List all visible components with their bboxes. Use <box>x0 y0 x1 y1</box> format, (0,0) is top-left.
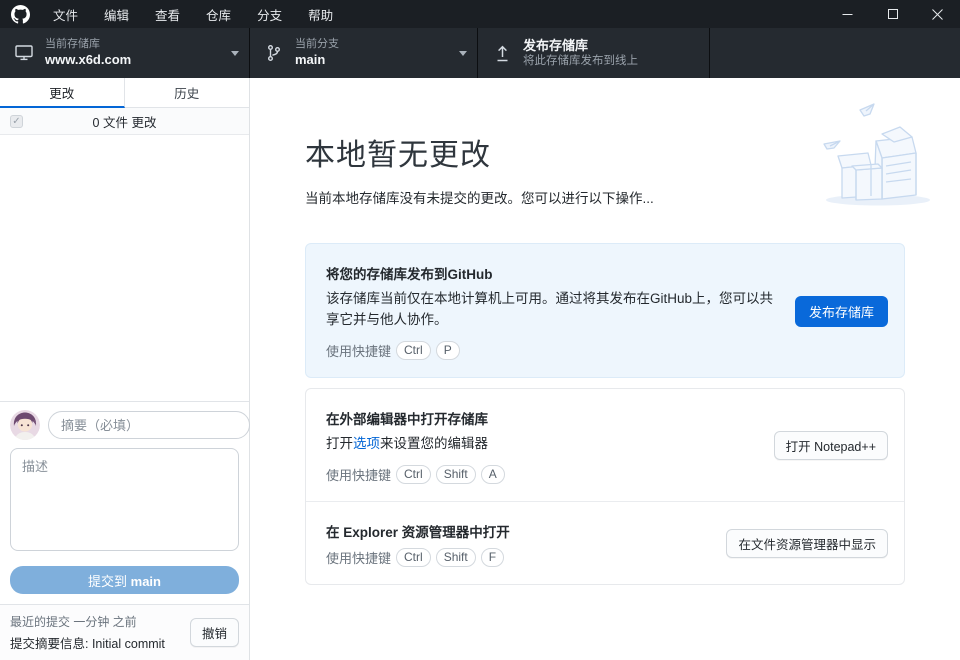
git-branch-icon <box>264 44 284 62</box>
publish-repository-button[interactable]: 发布存储库 <box>795 296 888 327</box>
changed-files-list <box>0 135 249 401</box>
key-shift: Shift <box>436 465 476 484</box>
maximize-button[interactable] <box>870 0 915 28</box>
shortcut-label: 使用快捷键 <box>326 341 391 360</box>
publish-shortcut-row: 使用快捷键 Ctrl P <box>326 341 781 360</box>
publish-repository-title: 发布存储库 <box>523 38 638 54</box>
open-notepad-button[interactable]: 打开 Notepad++ <box>774 431 888 460</box>
commit-form: 提交到 main <box>0 401 249 604</box>
github-logo-icon <box>0 5 40 24</box>
publish-card-body: 该存储库当前仅在本地计算机上可用。通过将其发布在GitHub上，您可以共享它并与… <box>326 289 781 331</box>
key-ctrl: Ctrl <box>396 465 431 484</box>
menu-bar: 文件 编辑 查看 仓库 分支 帮助 <box>40 0 346 28</box>
app-body: 更改 历史 ✓ 0 文件 更改 提交到 main 最近的提交 一分钟 之前 提交… <box>0 78 960 660</box>
tab-history[interactable]: 历史 <box>125 78 250 108</box>
boxes-illustration <box>816 96 934 213</box>
shortcut-label: 使用快捷键 <box>326 548 391 567</box>
chevron-down-icon <box>459 51 467 56</box>
titlebar: 文件 编辑 查看 仓库 分支 帮助 <box>0 0 960 28</box>
open-in-explorer-row: 在 Explorer 资源管理器中打开 使用快捷键 Ctrl Shift F 在… <box>306 501 904 584</box>
files-changed-label: 0 文件 更改 <box>23 112 226 131</box>
editor-row-title: 在外部编辑器中打开存储库 <box>326 408 760 428</box>
menu-view[interactable]: 查看 <box>142 0 193 28</box>
main-content: 本地暂无更改 当前本地存储库没有未提交的更改。您可以进行以下操作... 将您的存… <box>250 78 960 660</box>
current-branch-name: main <box>295 52 339 68</box>
editor-shortcut-row: 使用快捷键 Ctrl Shift A <box>326 465 760 484</box>
current-branch-button[interactable]: 当前分支 main <box>250 28 478 78</box>
suggested-actions: 将您的存储库发布到GitHub 该存储库当前仅在本地计算机上可用。通过将其发布在… <box>305 243 905 585</box>
recent-commit-summary: 提交摘要信息: Initial commit <box>10 633 190 652</box>
menu-help[interactable]: 帮助 <box>295 0 346 28</box>
current-branch-label: 当前分支 <box>295 38 339 52</box>
commit-button-label: 提交到 <box>88 574 131 589</box>
publish-to-github-card: 将您的存储库发布到GitHub 该存储库当前仅在本地计算机上可用。通过将其发布在… <box>305 243 905 378</box>
files-changed-row: ✓ 0 文件 更改 <box>0 108 249 135</box>
toolbar: 当前存储库 www.x6d.com 当前分支 main 发布存储库 将此存储库发… <box>0 28 960 78</box>
upload-icon <box>492 45 512 62</box>
options-link[interactable]: 选项 <box>353 436 380 451</box>
commit-to-branch-button[interactable]: 提交到 main <box>10 566 239 594</box>
undo-commit-button[interactable]: 撤销 <box>190 618 239 647</box>
current-repository-label: 当前存储库 <box>45 38 131 52</box>
key-a: A <box>481 465 505 484</box>
key-p: P <box>436 341 460 360</box>
publish-card-title: 将您的存储库发布到GitHub <box>326 263 781 283</box>
close-button[interactable] <box>915 0 960 28</box>
current-repository-name: www.x6d.com <box>45 52 131 68</box>
menu-repository[interactable]: 仓库 <box>193 0 244 28</box>
current-repository-button[interactable]: 当前存储库 www.x6d.com <box>0 28 250 78</box>
publish-repository-toolbar-button[interactable]: 发布存储库 将此存储库发布到线上 <box>478 28 710 78</box>
recent-commit-strip: 最近的提交 一分钟 之前 提交摘要信息: Initial commit 撤销 <box>0 604 249 660</box>
key-shift: Shift <box>436 548 476 567</box>
minimize-button[interactable] <box>825 0 870 28</box>
show-in-explorer-button[interactable]: 在文件资源管理器中显示 <box>726 529 888 558</box>
computer-icon <box>14 45 34 61</box>
recent-commit-time: 最近的提交 一分钟 之前 <box>10 613 190 630</box>
open-actions-card: 在外部编辑器中打开存储库 打开选项来设置您的编辑器 使用快捷键 Ctrl Shi… <box>305 388 905 585</box>
explorer-shortcut-row: 使用快捷键 Ctrl Shift F <box>326 548 712 567</box>
sidebar: 更改 历史 ✓ 0 文件 更改 提交到 main 最近的提交 一分钟 之前 提交… <box>0 78 250 660</box>
editor-row-body: 打开选项来设置您的编辑器 <box>326 434 760 455</box>
tab-changes[interactable]: 更改 <box>0 78 125 108</box>
commit-button-branch: main <box>131 574 161 589</box>
chevron-down-icon <box>231 51 239 56</box>
avatar <box>10 410 40 440</box>
key-ctrl: Ctrl <box>396 341 431 360</box>
menu-edit[interactable]: 编辑 <box>91 0 142 28</box>
key-f: F <box>481 548 504 567</box>
explorer-row-title: 在 Explorer 资源管理器中打开 <box>326 521 712 541</box>
sidebar-tabs: 更改 历史 <box>0 78 249 108</box>
shortcut-label: 使用快捷键 <box>326 465 391 484</box>
publish-repository-subtitle: 将此存储库发布到线上 <box>523 54 638 68</box>
menu-branch[interactable]: 分支 <box>244 0 295 28</box>
menu-file[interactable]: 文件 <box>40 0 91 28</box>
commit-summary-input[interactable] <box>48 411 250 439</box>
select-all-checkbox[interactable]: ✓ <box>10 115 23 128</box>
commit-description-textarea[interactable] <box>10 448 239 551</box>
window-controls <box>825 0 960 28</box>
key-ctrl: Ctrl <box>396 548 431 567</box>
open-in-editor-row: 在外部编辑器中打开存储库 打开选项来设置您的编辑器 使用快捷键 Ctrl Shi… <box>306 389 904 501</box>
